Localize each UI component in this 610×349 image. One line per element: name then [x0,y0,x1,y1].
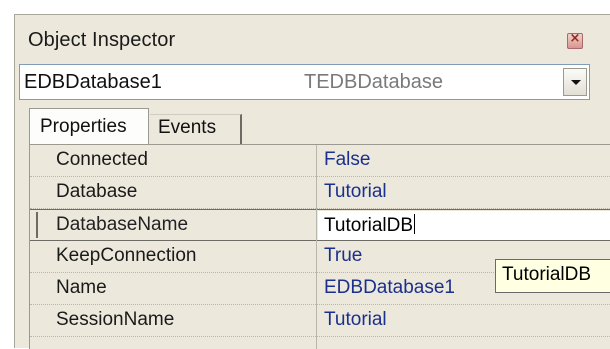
property-grid: Connected False Database Tutorial Databa… [29,144,610,349]
column-divider[interactable] [316,145,317,349]
value-tooltip: TutorialDB [495,259,610,293]
property-name: Connected [56,149,148,170]
close-button[interactable]: × [567,31,583,49]
property-name: SessionName [56,309,175,330]
property-value[interactable]: Tutorial [324,181,387,203]
property-value[interactable]: True [324,245,362,267]
close-icon: × [569,31,581,46]
property-name: Database [56,181,138,202]
object-inspector-window: Object Inspector × EDBDatabase1 TEDBData… [14,14,610,349]
window-title: Object Inspector [28,29,176,51]
component-class: TEDBDatabase [304,71,443,93]
selection-marker [36,212,38,238]
tab-events[interactable]: Events [150,114,242,144]
property-row-connected[interactable]: Connected False [30,145,610,177]
dropdown-button[interactable] [563,68,587,96]
title-bar[interactable]: Object Inspector × [15,15,610,65]
property-row-sessionname[interactable]: SessionName Tutorial [30,305,610,337]
property-name: DatabaseName [56,214,189,235]
property-name: KeepConnection [56,245,197,266]
property-value[interactable]: False [324,149,370,171]
property-row-databasename[interactable]: DatabaseName TutorialDB [30,209,610,241]
property-row-database[interactable]: Database Tutorial [30,177,610,209]
property-name: Name [56,277,107,298]
property-value-editor[interactable]: TutorialDB [318,211,610,240]
component-name: EDBDatabase1 [24,71,162,93]
editor-value: TutorialDB [324,215,414,236]
component-selector[interactable]: EDBDatabase1 TEDBDatabase [19,64,590,100]
property-value[interactable]: EDBDatabase1 [324,277,455,299]
chevron-down-icon [571,80,581,85]
text-caret [414,214,416,234]
property-value[interactable]: Tutorial [324,309,387,331]
tab-properties[interactable]: Properties [29,108,149,146]
editor-text[interactable]: TutorialDB [324,214,416,237]
